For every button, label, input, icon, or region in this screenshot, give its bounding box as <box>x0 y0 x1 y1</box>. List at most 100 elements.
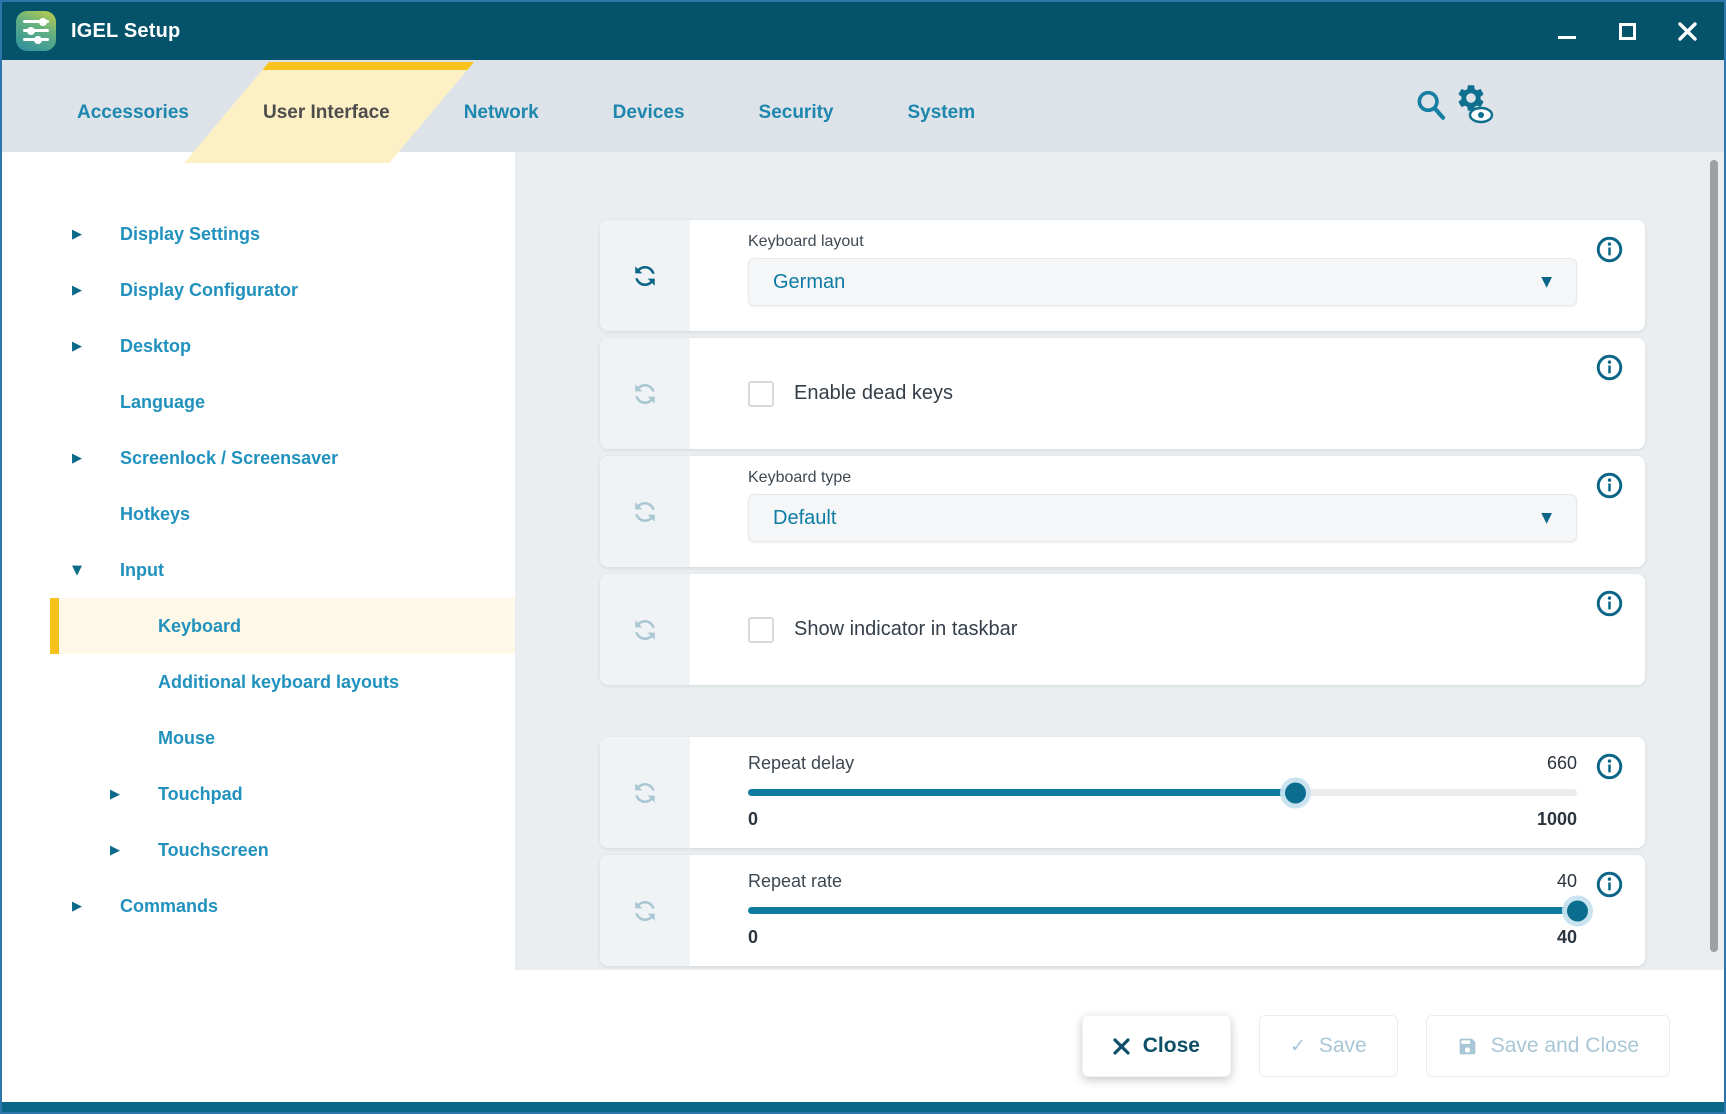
slider-min: 0 <box>748 927 758 948</box>
sidebar-item-display-settings[interactable]: ▶ Display Settings <box>2 206 515 262</box>
tabbar: Accessories User Interface Network Devic… <box>2 60 1724 152</box>
reset-icon <box>624 889 666 931</box>
info-button[interactable] <box>1596 590 1623 617</box>
view-settings-button[interactable] <box>1455 82 1499 130</box>
keyboard-layout-select[interactable]: German ▼ <box>748 258 1577 306</box>
tab-accessories[interactable]: Accessories <box>77 102 189 124</box>
info-button[interactable] <box>1596 871 1623 898</box>
sidebar-item-label: Touchpad <box>158 784 243 805</box>
sidebar-item-screenlock-screensaver[interactable]: ▶ Screenlock / Screensaver <box>2 430 515 486</box>
repeat-delay-slider[interactable] <box>748 789 1577 796</box>
chevron-right-icon: ▶ <box>64 227 90 242</box>
setting-row-repeat-delay: Repeat delay 660 0 1000 <box>600 737 1645 848</box>
sidebar-item-display-configurator[interactable]: ▶ Display Configurator <box>2 262 515 318</box>
sidebar-item-label: Display Configurator <box>120 280 298 301</box>
reset-to-default-button[interactable] <box>600 456 690 567</box>
info-button[interactable] <box>1596 354 1623 381</box>
slider-glyph <box>23 20 49 23</box>
tab-security[interactable]: Security <box>759 102 834 124</box>
repeat-rate-slider[interactable] <box>748 907 1577 914</box>
sidebar-item-touchscreen[interactable]: ▶ Touchscreen <box>2 822 515 878</box>
sidebar-item-touchpad[interactable]: ▶ Touchpad <box>2 766 515 822</box>
close-icon <box>1678 22 1697 41</box>
sidebar-item-input[interactable]: ▼ Input <box>2 542 515 598</box>
vertical-scrollbar-thumb[interactable] <box>1710 160 1718 952</box>
bottom-accent-bar <box>2 1102 1724 1112</box>
setting-row-keyboard-layout: Keyboard layout German ▼ <box>600 220 1645 331</box>
app-logo-icon <box>16 11 56 51</box>
chevron-down-icon: ▼ <box>1541 274 1552 290</box>
slider-max: 1000 <box>1537 809 1577 830</box>
sidebar-item-label: Display Settings <box>120 224 260 245</box>
slider-current-value: 40 <box>1557 871 1577 892</box>
settings-panel: Keyboard layout German ▼ <box>515 152 1724 970</box>
setting-row-enable-dead-keys: Enable dead keys <box>600 338 1645 449</box>
info-button[interactable] <box>1596 753 1623 780</box>
reset-icon <box>624 372 666 414</box>
chevron-right-icon: ▶ <box>102 787 128 802</box>
field-label: Keyboard type <box>748 469 1577 487</box>
info-icon <box>1596 871 1623 898</box>
show-indicator-checkbox[interactable] <box>748 617 774 643</box>
sidebar-item-additional-keyboard-layouts[interactable]: Additional keyboard layouts <box>2 654 515 710</box>
chevron-right-icon: ▶ <box>64 339 90 354</box>
sidebar-item-label: Commands <box>120 896 218 917</box>
maximize-button[interactable] <box>1614 18 1640 44</box>
slider-glyph <box>23 29 49 32</box>
tab-devices[interactable]: Devices <box>613 102 685 124</box>
info-button[interactable] <box>1596 236 1623 263</box>
tab-user-interface[interactable]: User Interface <box>263 102 390 124</box>
sidebar-item-label: Input <box>120 560 164 581</box>
enable-dead-keys-checkbox[interactable] <box>748 381 774 407</box>
slider-glyph <box>23 38 49 41</box>
keyboard-type-select[interactable]: Default ▼ <box>748 494 1577 542</box>
tab-network[interactable]: Network <box>464 102 539 124</box>
chevron-right-icon: ▶ <box>64 451 90 466</box>
window-controls <box>1554 18 1700 44</box>
main-area: ▶ Display Settings ▶ Display Configurato… <box>2 152 1724 970</box>
slider-thumb[interactable] <box>1567 900 1588 921</box>
reset-to-default-button[interactable] <box>600 220 690 331</box>
info-icon <box>1596 472 1623 499</box>
tab-system[interactable]: System <box>908 102 976 124</box>
reset-to-default-button[interactable] <box>600 855 690 966</box>
slider-label: Repeat rate <box>748 871 842 892</box>
save-and-close-button[interactable]: Save and Close <box>1426 1015 1670 1077</box>
save-and-close-button-label: Save and Close <box>1491 1034 1639 1058</box>
maximize-icon <box>1619 23 1636 40</box>
sidebar-item-label: Screenlock / Screensaver <box>120 448 338 469</box>
check-icon: ✓ <box>1290 1035 1306 1057</box>
field-label: Keyboard layout <box>748 233 1577 251</box>
close-button-label: Close <box>1143 1034 1200 1058</box>
close-window-button[interactable] <box>1674 18 1700 44</box>
reset-to-default-button[interactable] <box>600 574 690 685</box>
search-button[interactable] <box>1414 87 1448 128</box>
reset-to-default-button[interactable] <box>600 338 690 449</box>
close-x-icon <box>1113 1038 1130 1055</box>
setting-row-keyboard-type: Keyboard type Default ▼ <box>600 456 1645 567</box>
slider-min: 0 <box>748 809 758 830</box>
sidebar-item-label: Keyboard <box>158 616 241 637</box>
igel-setup-window: IGEL Setup Accessories User Interface Ne… <box>0 0 1726 1114</box>
setting-row-repeat-rate: Repeat rate 40 0 40 <box>600 855 1645 966</box>
slider-fill <box>748 789 1295 796</box>
search-icon <box>1414 87 1448 123</box>
close-button[interactable]: Close <box>1082 1015 1231 1077</box>
sidebar-item-commands[interactable]: ▶ Commands <box>2 878 515 934</box>
minimize-button[interactable] <box>1554 18 1580 44</box>
reset-to-default-button[interactable] <box>600 737 690 848</box>
sidebar-item-language[interactable]: Language <box>2 374 515 430</box>
sidebar-item-mouse[interactable]: Mouse <box>2 710 515 766</box>
titlebar: IGEL Setup <box>2 2 1724 60</box>
info-button[interactable] <box>1596 472 1623 499</box>
sidebar-item-desktop[interactable]: ▶ Desktop <box>2 318 515 374</box>
sidebar-item-label: Touchscreen <box>158 840 269 861</box>
sidebar-item-label: Language <box>120 392 205 413</box>
slider-thumb[interactable] <box>1285 782 1306 803</box>
save-button[interactable]: ✓ Save <box>1259 1015 1398 1077</box>
sidebar-item-hotkeys[interactable]: Hotkeys <box>2 486 515 542</box>
slider-fill <box>748 907 1577 914</box>
sidebar-item-keyboard[interactable]: Keyboard <box>2 598 515 654</box>
chevron-down-icon: ▼ <box>1541 510 1552 526</box>
slider-max: 40 <box>1557 927 1577 948</box>
